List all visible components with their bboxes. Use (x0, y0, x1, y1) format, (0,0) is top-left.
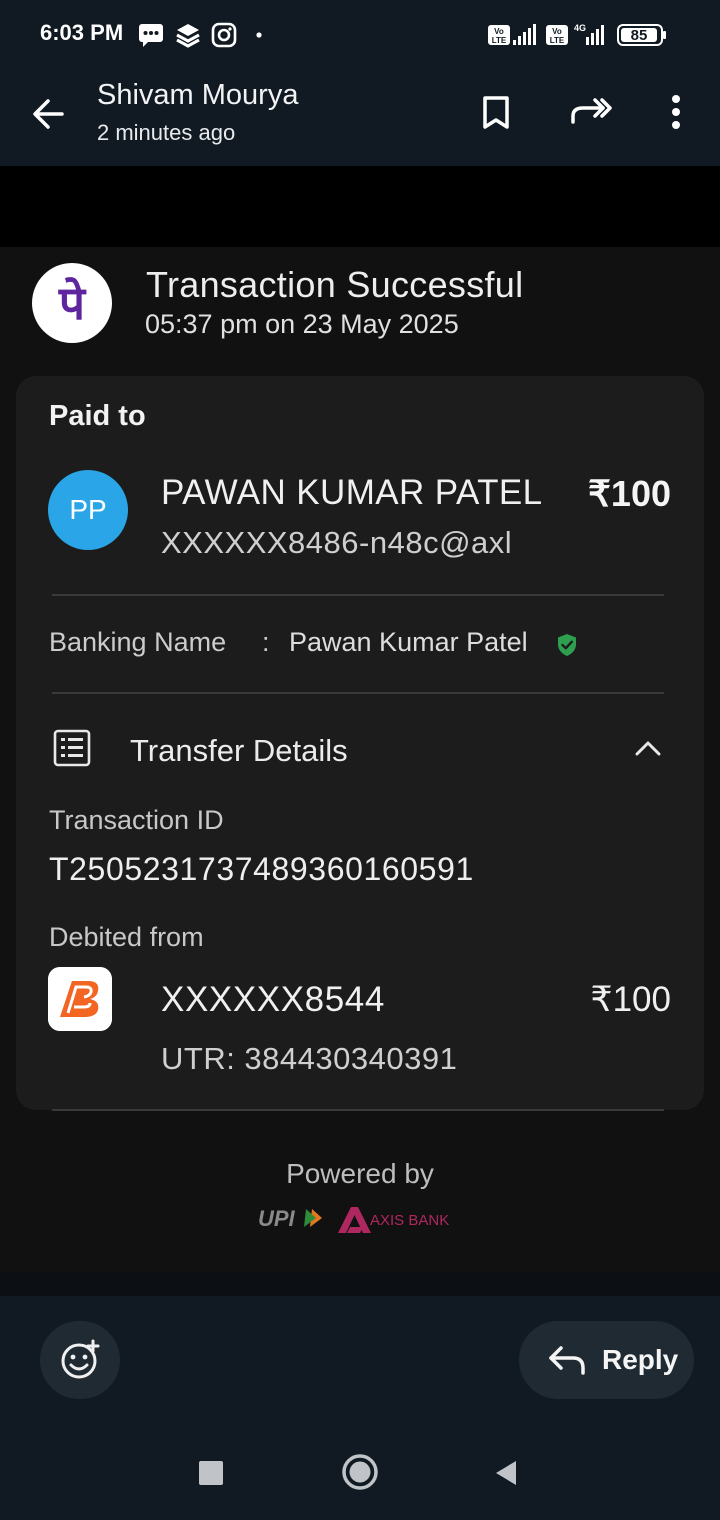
transaction-id-label: Transaction ID (49, 805, 224, 835)
emoji-add-icon (61, 1339, 100, 1379)
svg-text:LTE: LTE (492, 36, 507, 45)
recents-icon[interactable] (199, 1461, 223, 1485)
transaction-status-title: Transaction Successful (146, 264, 524, 305)
payee-vpa: XXXXXX8486-n48c@axl (161, 525, 513, 560)
battery-icon: 85 (617, 24, 666, 46)
status-time: 6:03 PM (40, 20, 124, 45)
phonepe-logo: पे (32, 263, 112, 343)
status-bar: 6:03 PM Vo LTE Vo LTE 4G 85 (0, 0, 720, 68)
volte-icon: Vo LTE (546, 25, 568, 45)
home-icon[interactable] (340, 1452, 380, 1492)
svg-text:UPI: UPI (258, 1206, 296, 1231)
utr-number: UTR: 384430340391 (161, 1041, 458, 1076)
transfer-details-label: Transfer Details (130, 733, 348, 768)
message-top-band (0, 166, 720, 248)
app-bar: Shivam Mourya 2 minutes ago (0, 68, 720, 166)
payee-amount: ₹100 (588, 473, 671, 514)
phonepe-logo-glyph: पे (58, 276, 86, 330)
status-right-icons: Vo LTE Vo LTE 4G 85 (488, 23, 666, 46)
divider (52, 692, 664, 694)
divider (52, 594, 664, 596)
debit-account-number: XXXXXX8544 (161, 980, 385, 1019)
paid-to-label: Paid to (49, 400, 146, 432)
verified-shield-icon (558, 634, 576, 656)
banking-name-value: Pawan Kumar Patel (289, 627, 528, 657)
signal-4g-icon: 4G (574, 23, 604, 45)
add-reaction-button[interactable] (40, 1321, 120, 1399)
transaction-id-value: T2505231737489360160591 (49, 851, 474, 887)
sender-name: Shivam Mourya (97, 79, 299, 111)
instagram-icon (211, 22, 237, 48)
nav-back-icon[interactable] (492, 1458, 520, 1488)
bookmark-icon[interactable] (470, 86, 522, 138)
signal-icon (513, 24, 536, 45)
receipt-list-icon (53, 729, 91, 767)
svg-text:Vo: Vo (552, 27, 562, 36)
svg-text:4G: 4G (574, 23, 586, 33)
layers-icon (176, 24, 200, 48)
message-icon (139, 24, 163, 47)
debited-from-label: Debited from (49, 922, 204, 952)
more-vertical-icon[interactable] (650, 86, 702, 138)
volte-icon: Vo LTE (488, 25, 510, 45)
powered-by-label: Powered by (286, 1158, 434, 1189)
payee-avatar: PP (48, 470, 128, 550)
chevron-up-icon[interactable] (630, 734, 666, 762)
banking-name-label: Banking Name (49, 627, 227, 657)
divider (52, 1109, 664, 1111)
banking-name-separator: : (262, 627, 270, 657)
forward-icon[interactable] (565, 86, 617, 138)
dot-icon (256, 32, 262, 38)
bank-of-baroda-logo (48, 967, 112, 1031)
reply-label: Reply (602, 1344, 679, 1375)
axis-bank-logo: AXIS BANK (338, 1207, 449, 1233)
reply-button[interactable]: Reply (519, 1321, 694, 1399)
message-time: 2 minutes ago (97, 120, 236, 145)
svg-text:Vo: Vo (494, 27, 504, 36)
reply-arrow-icon (549, 1346, 585, 1375)
svg-text:85: 85 (631, 27, 648, 44)
back-arrow-icon[interactable] (24, 88, 76, 140)
payee-name: PAWAN KUMAR PATEL (161, 473, 543, 512)
debit-amount: ₹100 (590, 980, 671, 1019)
svg-text:AXIS BANK: AXIS BANK (370, 1212, 449, 1229)
svg-text:LTE: LTE (550, 36, 565, 45)
upi-logo: UPI (258, 1206, 322, 1231)
transaction-datetime: 05:37 pm on 23 May 2025 (145, 309, 459, 339)
